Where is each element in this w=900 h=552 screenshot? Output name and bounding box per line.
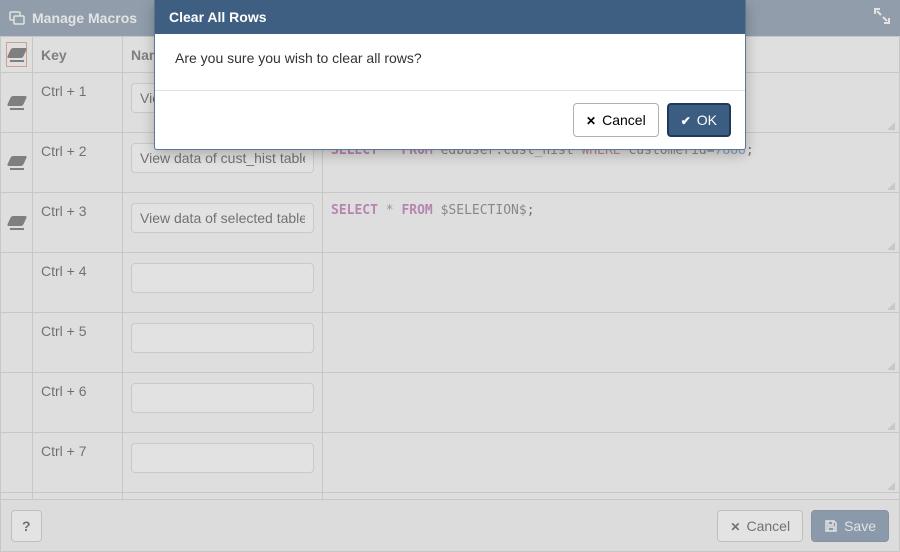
dialog-cancel-button[interactable]: Cancel [573, 103, 659, 137]
check-icon [681, 112, 691, 128]
dialog-ok-button[interactable]: OK [667, 103, 731, 137]
clear-all-rows-dialog: Clear All Rows Are you sure you wish to … [154, 0, 746, 150]
dialog-cancel-label: Cancel [602, 112, 646, 128]
dialog-ok-label: OK [697, 112, 717, 128]
dialog-footer: Cancel OK [155, 91, 745, 149]
dialog-message: Are you sure you wish to clear all rows? [155, 34, 745, 91]
dialog-title: Clear All Rows [155, 0, 745, 34]
close-icon [586, 112, 596, 128]
